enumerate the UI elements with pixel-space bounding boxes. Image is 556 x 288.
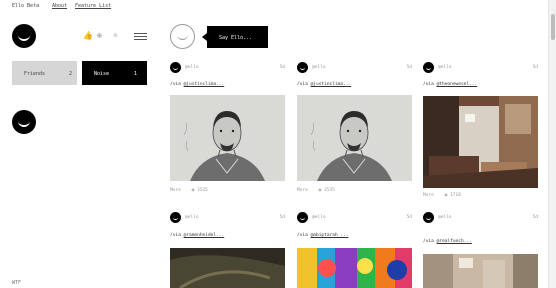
via-link[interactable]: @abiptarah ... xyxy=(311,233,349,238)
post-card: @ello 5d /via @justinclima... More ◉ 353… xyxy=(297,62,412,202)
post-image-dark[interactable] xyxy=(170,248,285,288)
more-link[interactable]: More xyxy=(423,193,434,198)
post-via: /via @abiptarah ... xyxy=(297,233,349,238)
post-image-doorway[interactable] xyxy=(423,96,538,188)
eye-icon: ◉ xyxy=(318,188,322,193)
post-avatar[interactable] xyxy=(170,212,181,223)
post-via: /via @justinclima... xyxy=(297,82,352,87)
post-username[interactable]: @ello xyxy=(185,215,199,220)
app-title: Ello Beta xyxy=(12,3,40,9)
view-count: 1718 xyxy=(450,193,461,198)
post-timestamp: 5d xyxy=(406,65,412,70)
post-card: @ello 5d /via @abiptarah ... xyxy=(297,212,412,288)
post-avatar[interactable] xyxy=(297,62,308,73)
post-image-portrait[interactable] xyxy=(170,95,285,181)
via-link[interactable]: @justinclima... xyxy=(184,82,225,87)
eye-icon: ◉ xyxy=(191,188,195,193)
via-link[interactable]: @ramenheidel... xyxy=(184,233,225,238)
noise-label: Noise xyxy=(94,71,110,77)
view-count: 3535 xyxy=(324,188,335,193)
globe-icon[interactable]: ☼ xyxy=(113,32,118,40)
post-card: @ello 5d /via @justinclima... More ◉ 353… xyxy=(170,62,285,202)
friends-stream-button[interactable]: Friends 2 xyxy=(12,61,77,85)
post-timestamp: 5d xyxy=(532,215,538,220)
more-link[interactable]: More xyxy=(297,188,308,193)
friends-count: 2 xyxy=(69,71,73,77)
scrollbar[interactable] xyxy=(548,0,556,288)
post-meta: More ◉ 1718 xyxy=(423,193,461,198)
post-timestamp: 5d xyxy=(406,215,412,220)
explore-icon[interactable]: ⊕ xyxy=(97,32,102,40)
post-image-building[interactable] xyxy=(423,254,538,288)
ello-logo[interactable] xyxy=(12,24,36,48)
compose-avatar xyxy=(170,24,195,49)
post-image-colorful[interactable] xyxy=(297,248,412,288)
post-timestamp: 5d xyxy=(279,215,285,220)
say-ello-button[interactable]: Say Ello... xyxy=(202,26,268,48)
post-avatar[interactable] xyxy=(170,62,181,73)
post-username[interactable]: @ello xyxy=(312,215,326,220)
post-timestamp: 5d xyxy=(279,65,285,70)
post-via: /via @ramenheidel... xyxy=(170,233,225,238)
post-username[interactable]: @ello xyxy=(438,65,452,70)
about-link[interactable]: About xyxy=(52,3,67,9)
post-username[interactable]: @ello xyxy=(312,65,326,70)
post-card: @ello 5d /via @theonewesel... More ◉ 171… xyxy=(423,62,538,202)
post-username[interactable]: @ello xyxy=(438,215,452,220)
post-card: @ello 5d /via @ramenheidel... xyxy=(170,212,285,288)
thumb-icon[interactable]: 👍 xyxy=(83,32,93,40)
post-via: /via @justinclima... xyxy=(170,82,225,87)
feature-list-link[interactable]: Feature List xyxy=(75,3,111,9)
wtf-link[interactable]: WTF xyxy=(12,280,21,286)
via-link[interactable]: @realfuech... xyxy=(437,239,472,244)
eye-icon: ◉ xyxy=(444,193,448,198)
view-count: 3535 xyxy=(197,188,208,193)
noise-stream-button[interactable]: Noise 1 xyxy=(82,61,147,85)
post-username[interactable]: @ello xyxy=(185,65,199,70)
user-avatar[interactable] xyxy=(12,110,36,134)
more-link[interactable]: More xyxy=(170,188,181,193)
menu-icon[interactable] xyxy=(134,33,147,41)
post-image-portrait[interactable] xyxy=(297,95,412,181)
scrollbar-thumb[interactable] xyxy=(551,14,555,40)
via-link[interactable]: @theonewesel... xyxy=(437,82,478,87)
post-via: /via @realfuech... xyxy=(423,239,472,244)
post-avatar[interactable] xyxy=(423,212,434,223)
say-ello-label: Say Ello... xyxy=(219,35,253,41)
post-card: @ello 5d /via @realfuech... xyxy=(423,212,538,288)
top-bar: Ello Beta About Feature List xyxy=(0,0,548,11)
post-timestamp: 5d xyxy=(532,65,538,70)
post-meta: More ◉ 3535 xyxy=(170,188,208,193)
post-avatar[interactable] xyxy=(423,62,434,73)
friends-label: Friends xyxy=(24,71,46,77)
noise-count: 1 xyxy=(134,71,138,77)
post-meta: More ◉ 3535 xyxy=(297,188,335,193)
post-avatar[interactable] xyxy=(297,212,308,223)
post-via: /via @theonewesel... xyxy=(423,82,478,87)
via-link[interactable]: @justinclima... xyxy=(311,82,352,87)
